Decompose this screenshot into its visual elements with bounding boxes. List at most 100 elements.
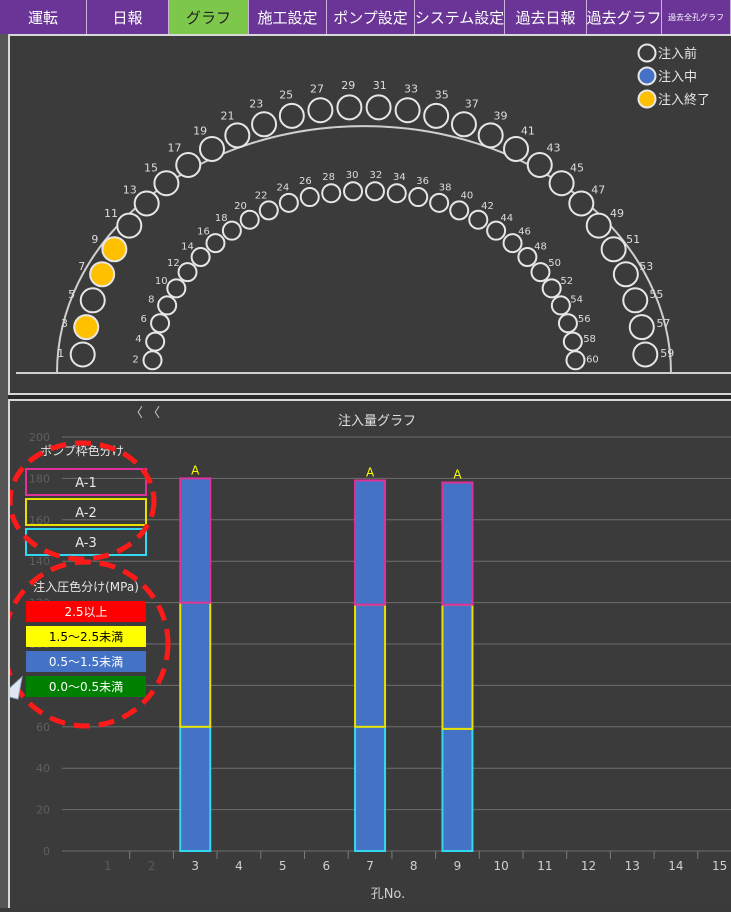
bar-7-seg-3[interactable]: [354, 479, 387, 606]
bar-7-seg-1[interactable]: [354, 725, 387, 852]
outer-hole-5[interactable]: [79, 287, 106, 314]
outer-hole-3[interactable]: [73, 314, 100, 341]
inner-hole-18[interactable]: [221, 220, 242, 241]
bar-3-seg-2[interactable]: [179, 601, 212, 728]
hole-label-14: 14: [181, 242, 194, 253]
inner-hole-30[interactable]: [343, 181, 364, 202]
inner-hole-2[interactable]: [142, 350, 163, 371]
inner-hole-38[interactable]: [429, 192, 450, 213]
inner-hole-60[interactable]: [565, 350, 586, 371]
outer-hole-33[interactable]: [394, 97, 421, 124]
hole-label-52: 52: [560, 276, 573, 287]
outer-hole-9[interactable]: [101, 236, 128, 263]
bar-9-seg-2[interactable]: [441, 603, 474, 730]
inner-hole-54[interactable]: [550, 295, 571, 316]
inner-hole-52[interactable]: [541, 278, 562, 299]
hole-label-44: 44: [500, 213, 513, 224]
outer-hole-11[interactable]: [116, 212, 143, 239]
outer-hole-27[interactable]: [307, 97, 334, 124]
hole-label-26: 26: [299, 176, 312, 187]
inner-hole-28[interactable]: [321, 183, 342, 204]
outer-hole-49[interactable]: [585, 212, 612, 239]
legend-label-during: 注入中: [658, 70, 697, 85]
tab-3[interactable]: 施工設定: [249, 0, 327, 34]
tab-2[interactable]: グラフ: [169, 0, 249, 34]
inner-hole-36[interactable]: [408, 187, 429, 208]
outer-hole-39[interactable]: [477, 122, 504, 149]
outer-hole-31[interactable]: [365, 94, 392, 121]
hole-label-25: 25: [279, 88, 293, 101]
outer-hole-57[interactable]: [628, 314, 655, 341]
hole-label-24: 24: [276, 182, 289, 193]
outer-hole-7[interactable]: [89, 261, 116, 288]
outer-hole-35[interactable]: [423, 102, 450, 129]
inner-hole-4[interactable]: [145, 331, 166, 352]
outer-hole-55[interactable]: [622, 287, 649, 314]
outer-hole-45[interactable]: [548, 170, 575, 197]
outer-hole-19[interactable]: [198, 135, 225, 162]
hole-label-19: 19: [193, 124, 207, 137]
pump-legend-label-2: A-2: [75, 506, 97, 521]
inner-hole-56[interactable]: [557, 313, 578, 334]
y-tick-200: 200: [29, 431, 50, 444]
inner-hole-24[interactable]: [278, 192, 299, 213]
outer-hole-47[interactable]: [568, 190, 595, 217]
bar-9-seg-1[interactable]: [441, 727, 474, 852]
outer-hole-51[interactable]: [600, 236, 627, 263]
inner-hole-20[interactable]: [239, 209, 260, 230]
bar-3-seg-1[interactable]: [179, 725, 212, 852]
inner-hole-8[interactable]: [157, 295, 178, 316]
outer-hole-59[interactable]: [632, 341, 659, 368]
hole-label-39: 39: [494, 110, 508, 123]
legend-dot-during: [637, 66, 657, 86]
inner-hole-50[interactable]: [530, 262, 551, 283]
outer-hole-41[interactable]: [503, 135, 530, 162]
tab-5[interactable]: システム設定: [415, 0, 505, 34]
inner-hole-22[interactable]: [258, 200, 279, 221]
bar-3-seg-3[interactable]: [179, 477, 212, 604]
outer-hole-1[interactable]: [69, 341, 96, 368]
hole-label-8: 8: [148, 295, 154, 306]
x-tick-6: 6: [323, 859, 331, 873]
outer-hole-53[interactable]: [612, 261, 639, 288]
tab-0[interactable]: 運転: [0, 0, 87, 34]
inner-hole-6[interactable]: [150, 313, 171, 334]
outer-hole-37[interactable]: [450, 111, 477, 138]
outer-hole-29[interactable]: [336, 94, 363, 121]
tab-6[interactable]: 過去日報: [505, 0, 587, 34]
inner-hole-58[interactable]: [562, 331, 583, 352]
tab-8[interactable]: 過去全孔グラフ: [662, 0, 731, 34]
inner-hole-34[interactable]: [386, 183, 407, 204]
hole-label-36: 36: [416, 176, 429, 187]
x-tick-3: 3: [191, 859, 199, 873]
inner-hole-42[interactable]: [468, 209, 489, 230]
outer-hole-43[interactable]: [526, 151, 553, 178]
inner-hole-44[interactable]: [486, 220, 507, 241]
bar-9-seg-3[interactable]: [441, 481, 474, 606]
pressure-legend-label-1: 2.5以上: [64, 605, 107, 619]
y-tick-180: 180: [29, 472, 50, 485]
inner-hole-26[interactable]: [299, 187, 320, 208]
tab-1[interactable]: 日報: [87, 0, 169, 34]
inner-hole-10[interactable]: [166, 278, 187, 299]
y-tick-60: 60: [36, 721, 50, 734]
pump-legend-label-3: A-3: [75, 536, 97, 551]
inner-hole-40[interactable]: [449, 200, 470, 221]
hole-label-58: 58: [583, 334, 596, 345]
tab-7[interactable]: 過去グラフ: [587, 0, 662, 34]
hole-label-12: 12: [167, 258, 180, 269]
inner-hole-12[interactable]: [177, 262, 198, 283]
bar-7-seg-2[interactable]: [354, 603, 387, 728]
outer-hole-25[interactable]: [278, 102, 305, 129]
outer-hole-23[interactable]: [251, 111, 278, 138]
hole-label-59: 59: [660, 347, 674, 360]
inner-hole-32[interactable]: [364, 181, 385, 202]
inner-hole-14[interactable]: [190, 247, 211, 268]
graph-nav-back[interactable]: 〈 〈: [130, 406, 160, 421]
tab-4[interactable]: ポンプ設定: [327, 0, 415, 34]
x-tick-15: 15: [712, 859, 727, 873]
outer-hole-15[interactable]: [153, 170, 180, 197]
outer-hole-17[interactable]: [175, 151, 202, 178]
outer-hole-13[interactable]: [133, 190, 160, 217]
outer-hole-21[interactable]: [224, 122, 251, 149]
